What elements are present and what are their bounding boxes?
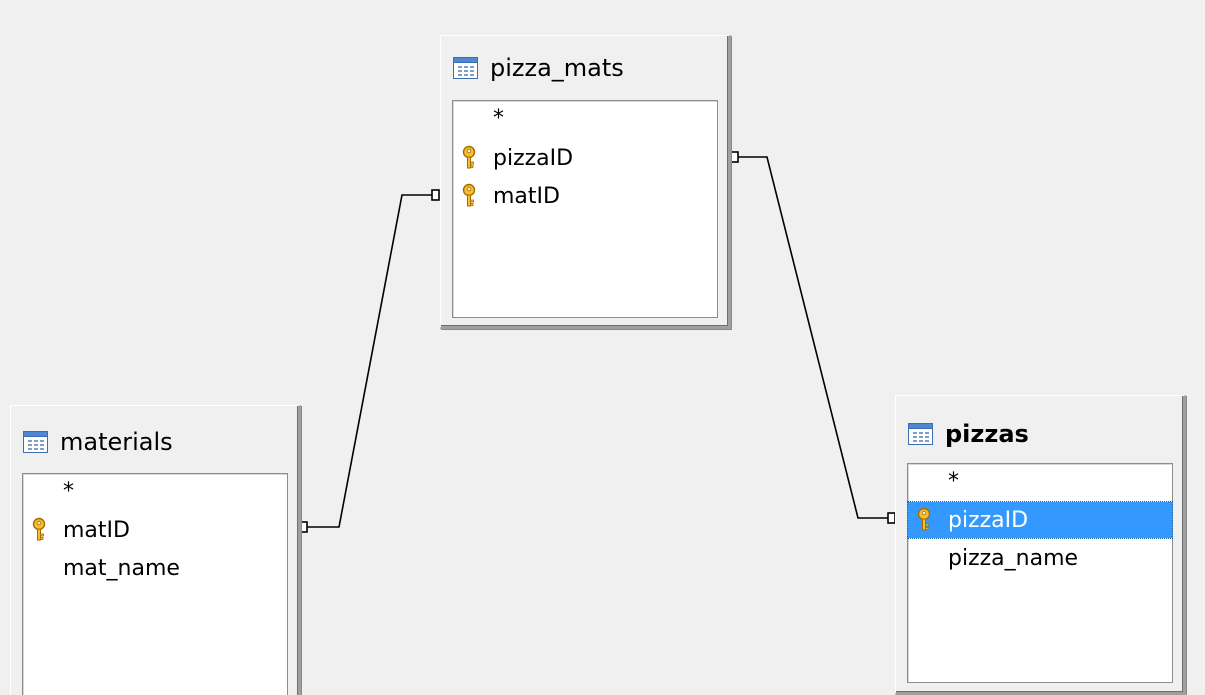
table-icon (23, 431, 48, 453)
field-name: pizza_name (948, 545, 1079, 571)
field-row-matid[interactable]: matID (453, 177, 717, 215)
relation-materials-pizza-mats[interactable] (299, 189, 440, 533)
field-name: matID (493, 183, 560, 209)
primary-key-icon (908, 505, 940, 535)
primary-key-icon (23, 515, 55, 545)
key-slot-empty (23, 553, 55, 583)
field-list-materials[interactable]: * matID mat_name (22, 473, 288, 695)
table-icon (908, 423, 933, 445)
relationship-design-canvas[interactable]: pizza_mats * pizzaID matID materials * m… (0, 0, 1205, 695)
field-name: pizzaID (948, 507, 1029, 533)
field-name: * (948, 468, 959, 494)
field-row-pizzaid[interactable]: pizzaID (907, 501, 1173, 539)
relation-pizza-mats-pizzas[interactable] (730, 151, 896, 524)
field-row-all[interactable]: * (23, 476, 287, 506)
field-name: pizzaID (493, 145, 574, 171)
field-name: * (63, 478, 74, 504)
field-name: mat_name (63, 555, 180, 581)
table-title-pizzas[interactable]: pizzas (908, 416, 1029, 452)
field-row-all[interactable]: * (908, 466, 1172, 496)
table-name: pizza_mats (490, 54, 624, 82)
table-window-pizza-mats[interactable]: pizza_mats * pizzaID matID (440, 35, 731, 329)
primary-key-icon (453, 143, 485, 173)
table-name: pizzas (945, 420, 1029, 448)
field-name: matID (63, 517, 130, 543)
table-title-materials[interactable]: materials (23, 424, 173, 460)
table-name: materials (60, 428, 173, 456)
key-slot-empty (908, 466, 940, 496)
field-row-mat-name[interactable]: mat_name (23, 549, 287, 587)
table-window-materials[interactable]: materials * matID mat_name (10, 405, 301, 695)
field-list-pizza-mats[interactable]: * pizzaID matID (452, 100, 718, 318)
field-row-matid[interactable]: matID (23, 511, 287, 549)
key-slot-empty (453, 103, 485, 133)
field-name: * (493, 105, 504, 131)
table-title-pizza-mats[interactable]: pizza_mats (453, 50, 624, 86)
primary-key-icon (453, 181, 485, 211)
table-window-pizzas[interactable]: pizzas * pizzaID pizza_name (895, 395, 1186, 695)
field-list-pizzas[interactable]: * pizzaID pizza_name (907, 463, 1173, 683)
key-slot-empty (23, 476, 55, 506)
key-slot-empty (908, 543, 940, 573)
table-icon (453, 57, 478, 79)
field-row-pizza-name[interactable]: pizza_name (908, 539, 1172, 577)
field-row-all[interactable]: * (453, 103, 717, 133)
field-row-pizzaid[interactable]: pizzaID (453, 139, 717, 177)
